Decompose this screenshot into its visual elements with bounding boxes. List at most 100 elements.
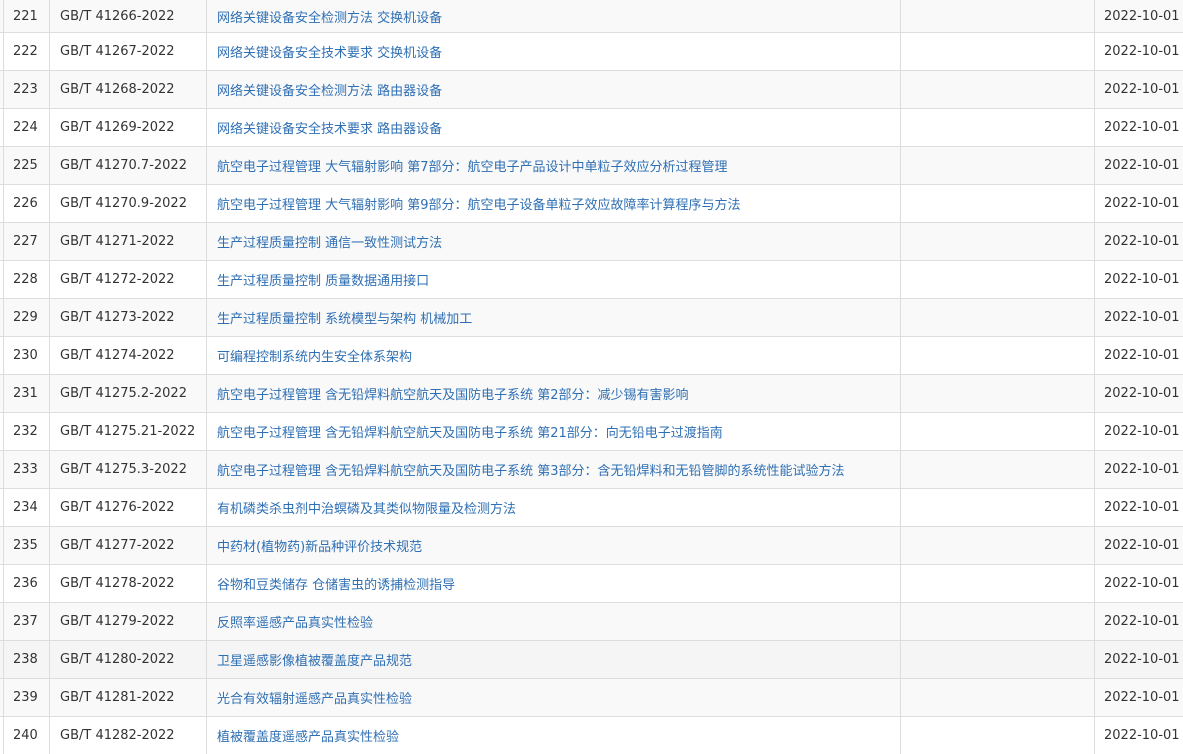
implementation-date: 2022-10-01: [1094, 71, 1183, 108]
standard-code: GB/T 41275.3-2022: [49, 451, 206, 488]
standard-code: GB/T 41266-2022: [49, 0, 206, 32]
standard-code: GB/T 41271-2022: [49, 223, 206, 260]
standard-title-link[interactable]: 中药材(植物药)新品种评价技术规范: [206, 527, 900, 564]
standard-title-link[interactable]: 航空电子过程管理 大气辐射影响 第7部分：航空电子产品设计中单粒子效应分析过程管…: [206, 147, 900, 184]
empty-cell: [900, 71, 1094, 108]
implementation-date: 2022-10-01: [1094, 223, 1183, 260]
standard-title-link[interactable]: 植被覆盖度遥感产品真实性检验: [206, 717, 900, 754]
standard-code: GB/T 41272-2022: [49, 261, 206, 298]
empty-cell: [900, 527, 1094, 564]
table-row: 234 GB/T 41276-2022 有机磷类杀虫剂中治螟磷及其类似物限量及检测方…: [0, 488, 1183, 526]
standard-title-link[interactable]: 网络关键设备安全技术要求 交换机设备: [206, 33, 900, 70]
row-index: 229: [3, 299, 49, 336]
row-index: 225: [3, 147, 49, 184]
standard-code: GB/T 41280-2022: [49, 641, 206, 678]
table-row: 232 GB/T 41275.21-2022 航空电子过程管理 含无铅焊料航空航天及…: [0, 412, 1183, 450]
standard-code: GB/T 41269-2022: [49, 109, 206, 146]
standard-title-link[interactable]: 生产过程质量控制 质量数据通用接口: [206, 261, 900, 298]
standard-code: GB/T 41282-2022: [49, 717, 206, 754]
standard-title-link[interactable]: 生产过程质量控制 系统模型与架构 机械加工: [206, 299, 900, 336]
row-index: 240: [3, 717, 49, 754]
standard-code: GB/T 41270.9-2022: [49, 185, 206, 222]
empty-cell: [900, 261, 1094, 298]
empty-cell: [900, 641, 1094, 678]
row-index: 239: [3, 679, 49, 716]
standard-title-link[interactable]: 光合有效辐射遥感产品真实性检验: [206, 679, 900, 716]
implementation-date: 2022-10-01: [1094, 185, 1183, 222]
row-index: 222: [3, 33, 49, 70]
row-index: 231: [3, 375, 49, 412]
empty-cell: [900, 0, 1094, 32]
standard-title-link[interactable]: 谷物和豆类储存 仓储害虫的诱捕检测指导: [206, 565, 900, 602]
implementation-date: 2022-10-01: [1094, 0, 1183, 32]
table-row: 223 GB/T 41268-2022 网络关键设备安全检测方法 路由器设备 2022…: [0, 70, 1183, 108]
implementation-date: 2022-10-01: [1094, 451, 1183, 488]
standard-title-link[interactable]: 可编程控制系统内生安全体系架构: [206, 337, 900, 374]
table-row: 229 GB/T 41273-2022 生产过程质量控制 系统模型与架构 机械加工 2…: [0, 298, 1183, 336]
table-row: 235 GB/T 41277-2022 中药材(植物药)新品种评价技术规范 2022-…: [0, 526, 1183, 564]
row-index: 226: [3, 185, 49, 222]
implementation-date: 2022-10-01: [1094, 147, 1183, 184]
standard-code: GB/T 41278-2022: [49, 565, 206, 602]
standard-title-link[interactable]: 有机磷类杀虫剂中治螟磷及其类似物限量及检测方法: [206, 489, 900, 526]
row-index: 228: [3, 261, 49, 298]
empty-cell: [900, 109, 1094, 146]
standard-code: GB/T 41281-2022: [49, 679, 206, 716]
empty-cell: [900, 565, 1094, 602]
empty-cell: [900, 33, 1094, 70]
implementation-date: 2022-10-01: [1094, 375, 1183, 412]
row-index: 230: [3, 337, 49, 374]
table-row: 230 GB/T 41274-2022 可编程控制系统内生安全体系架构 2022-10…: [0, 336, 1183, 374]
empty-cell: [900, 375, 1094, 412]
standard-title-link[interactable]: 生产过程质量控制 通信一致性测试方法: [206, 223, 900, 260]
table-row: 226 GB/T 41270.9-2022 航空电子过程管理 大气辐射影响 第9部分…: [0, 184, 1183, 222]
standard-title-link[interactable]: 反照率遥感产品真实性检验: [206, 603, 900, 640]
standard-title-link[interactable]: 网络关键设备安全检测方法 路由器设备: [206, 71, 900, 108]
empty-cell: [900, 299, 1094, 336]
standard-title-link[interactable]: 航空电子过程管理 大气辐射影响 第9部分：航空电子设备单粒子效应故障率计算程序与…: [206, 185, 900, 222]
row-index: 232: [3, 413, 49, 450]
standard-title-link[interactable]: 航空电子过程管理 含无铅焊料航空航天及国防电子系统 第2部分：减少锡有害影响: [206, 375, 900, 412]
row-index: 223: [3, 71, 49, 108]
table-row: 228 GB/T 41272-2022 生产过程质量控制 质量数据通用接口 2022-…: [0, 260, 1183, 298]
implementation-date: 2022-10-01: [1094, 565, 1183, 602]
empty-cell: [900, 413, 1094, 450]
standard-code: GB/T 41277-2022: [49, 527, 206, 564]
empty-cell: [900, 223, 1094, 260]
standard-title-link[interactable]: 卫星遥感影像植被覆盖度产品规范: [206, 641, 900, 678]
table-row: 233 GB/T 41275.3-2022 航空电子过程管理 含无铅焊料航空航天及国…: [0, 450, 1183, 488]
row-index: 224: [3, 109, 49, 146]
standard-code: GB/T 41273-2022: [49, 299, 206, 336]
table-row: 227 GB/T 41271-2022 生产过程质量控制 通信一致性测试方法 2022…: [0, 222, 1183, 260]
implementation-date: 2022-10-01: [1094, 489, 1183, 526]
implementation-date: 2022-10-01: [1094, 603, 1183, 640]
implementation-date: 2022-10-01: [1094, 641, 1183, 678]
standard-code: GB/T 41270.7-2022: [49, 147, 206, 184]
standard-title-link[interactable]: 航空电子过程管理 含无铅焊料航空航天及国防电子系统 第21部分：向无铅电子过渡指…: [206, 413, 900, 450]
standard-title-link[interactable]: 网络关键设备安全技术要求 路由器设备: [206, 109, 900, 146]
row-index: 234: [3, 489, 49, 526]
implementation-date: 2022-10-01: [1094, 33, 1183, 70]
implementation-date: 2022-10-01: [1094, 337, 1183, 374]
table-row: 237 GB/T 41279-2022 反照率遥感产品真实性检验 2022-10-01: [0, 602, 1183, 640]
row-index: 221: [3, 0, 49, 32]
empty-cell: [900, 337, 1094, 374]
empty-cell: [900, 679, 1094, 716]
table-row: 224 GB/T 41269-2022 网络关键设备安全技术要求 路由器设备 2022…: [0, 108, 1183, 146]
standard-code: GB/T 41268-2022: [49, 71, 206, 108]
implementation-date: 2022-10-01: [1094, 717, 1183, 754]
empty-cell: [900, 451, 1094, 488]
implementation-date: 2022-10-01: [1094, 261, 1183, 298]
row-index: 227: [3, 223, 49, 260]
table-row: 240 GB/T 41282-2022 植被覆盖度遥感产品真实性检验 2022-10-…: [0, 716, 1183, 754]
standard-title-link[interactable]: 网络关键设备安全检测方法 交换机设备: [206, 0, 900, 32]
empty-cell: [900, 147, 1094, 184]
empty-cell: [900, 185, 1094, 222]
implementation-date: 2022-10-01: [1094, 413, 1183, 450]
implementation-date: 2022-10-01: [1094, 109, 1183, 146]
table-row: 238 GB/T 41280-2022 卫星遥感影像植被覆盖度产品规范 2022-10…: [0, 640, 1183, 678]
standard-title-link[interactable]: 航空电子过程管理 含无铅焊料航空航天及国防电子系统 第3部分：含无铅焊料和无铅管…: [206, 451, 900, 488]
standard-code: GB/T 41276-2022: [49, 489, 206, 526]
empty-cell: [900, 717, 1094, 754]
table-row: 231 GB/T 41275.2-2022 航空电子过程管理 含无铅焊料航空航天及国…: [0, 374, 1183, 412]
